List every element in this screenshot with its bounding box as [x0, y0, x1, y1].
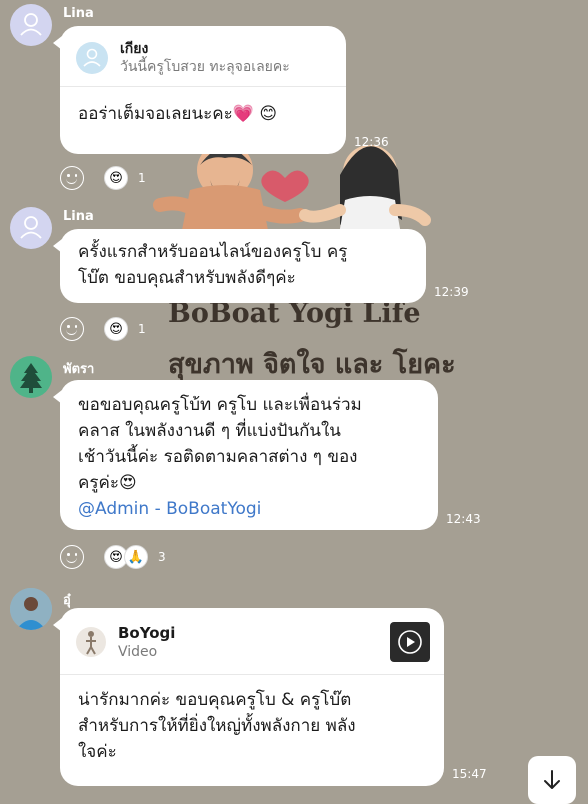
smiley-icon[interactable] — [60, 317, 84, 341]
sender-name: Lina — [63, 209, 94, 224]
reaction-count: 1 — [138, 322, 146, 336]
yoga-pose-icon — [86, 631, 96, 655]
message-bubble[interactable]: ครั้งแรกสำหรับออนไลน์ของครูโบ ครู โบ๊ต ข… — [53, 229, 426, 303]
mention-link[interactable]: @Admin - BoBoatYogi — [78, 496, 422, 522]
avatar — [76, 42, 108, 74]
play-icon — [398, 630, 422, 654]
arrow-down-icon — [544, 770, 560, 789]
message-line: โบ๊ต ขอบคุณสำหรับพลังดีๆค่ะ — [78, 268, 296, 288]
message-line: ขอขอบคุณครูโบ้ท ครูโบ และเพื่อนร่วม — [78, 395, 362, 415]
person-icon — [20, 216, 42, 239]
sender-name: Lina — [63, 6, 94, 21]
avatar[interactable] — [10, 588, 52, 630]
video-subtitle: Video — [118, 644, 158, 660]
message-line: น่ารักมากค่ะ ขอบคุณครูโบ & ครูโบ๊ต — [78, 690, 352, 710]
avatar[interactable] — [10, 207, 52, 249]
message-bubble[interactable]: BoYogi Video น่ารักมากค่ะ ขอบคุณครูโบ & … — [53, 608, 444, 786]
tree-icon — [20, 363, 42, 393]
person-icon — [20, 13, 42, 36]
person-photo-icon — [10, 588, 52, 630]
timestamp: 12:43 — [446, 512, 481, 526]
reaction-count: 1 — [138, 171, 146, 185]
reply-sender: เกียง — [120, 41, 149, 57]
reaction-emoji[interactable]: 😍 — [104, 166, 128, 190]
scroll-down-button[interactable] — [528, 756, 576, 804]
reaction-emoji[interactable]: 🙏 — [124, 545, 148, 569]
reply-text: วันนี้ครูโบสวย ทะลุจอเลยคะ — [120, 59, 290, 75]
video-title: BoYogi — [118, 624, 176, 642]
smiley-icon[interactable] — [60, 545, 84, 569]
person-icon — [83, 48, 101, 67]
reaction-row: 😍 1 — [60, 166, 146, 190]
avatar[interactable] — [10, 356, 52, 398]
message-bubble[interactable]: เกียง วันนี้ครูโบสวย ทะลุจอเลยคะ ออร่าเต… — [53, 26, 346, 154]
timestamp: 12:36 — [354, 135, 389, 149]
message-line: ใจค่ะ — [78, 742, 117, 762]
sender-name: พัตรา — [63, 362, 95, 377]
video-avatar — [76, 627, 106, 657]
video-thumbnail[interactable] — [390, 622, 430, 662]
sender-name: อุ๋ — [63, 593, 71, 608]
reaction-row: 😍 🙏 3 — [60, 545, 166, 569]
reaction-row: 😍 1 — [60, 317, 146, 341]
background-subtitle: สุขภาพ จิตใจ และ โยคะ — [168, 349, 456, 380]
avatar[interactable] — [10, 4, 52, 46]
smiley-icon[interactable] — [60, 166, 84, 190]
video-preview[interactable]: BoYogi Video — [60, 608, 444, 675]
message-line: คลาส ในพลังงานดี ๆ ที่แบ่งปันกันใน — [78, 421, 341, 441]
message-line: เช้าวันนี้ค่ะ รอติดตามคลาสต่าง ๆ ของ — [78, 447, 358, 467]
message-line: ครูค่ะ😍 — [78, 473, 137, 493]
message-bubble[interactable]: ขอขอบคุณครูโบ้ท ครูโบ และเพื่อนร่วม คลาส… — [53, 380, 438, 530]
message-line: ครั้งแรกสำหรับออนไลน์ของครูโบ ครู — [78, 242, 348, 262]
reply-preview[interactable]: เกียง วันนี้ครูโบสวย ทะลุจอเลยคะ — [60, 26, 346, 87]
reaction-count: 3 — [158, 550, 166, 564]
message-line: สำหรับการให้ที่ยิ่งใหญ่ทั้งพลังกาย พลัง — [78, 716, 356, 736]
message-text: ออร่าเต็มจอเลยนะคะ💗 😊 — [78, 104, 278, 124]
reaction-emoji[interactable]: 😍 — [104, 317, 128, 341]
timestamp: 15:47 — [452, 767, 487, 781]
timestamp: 12:39 — [434, 285, 469, 299]
